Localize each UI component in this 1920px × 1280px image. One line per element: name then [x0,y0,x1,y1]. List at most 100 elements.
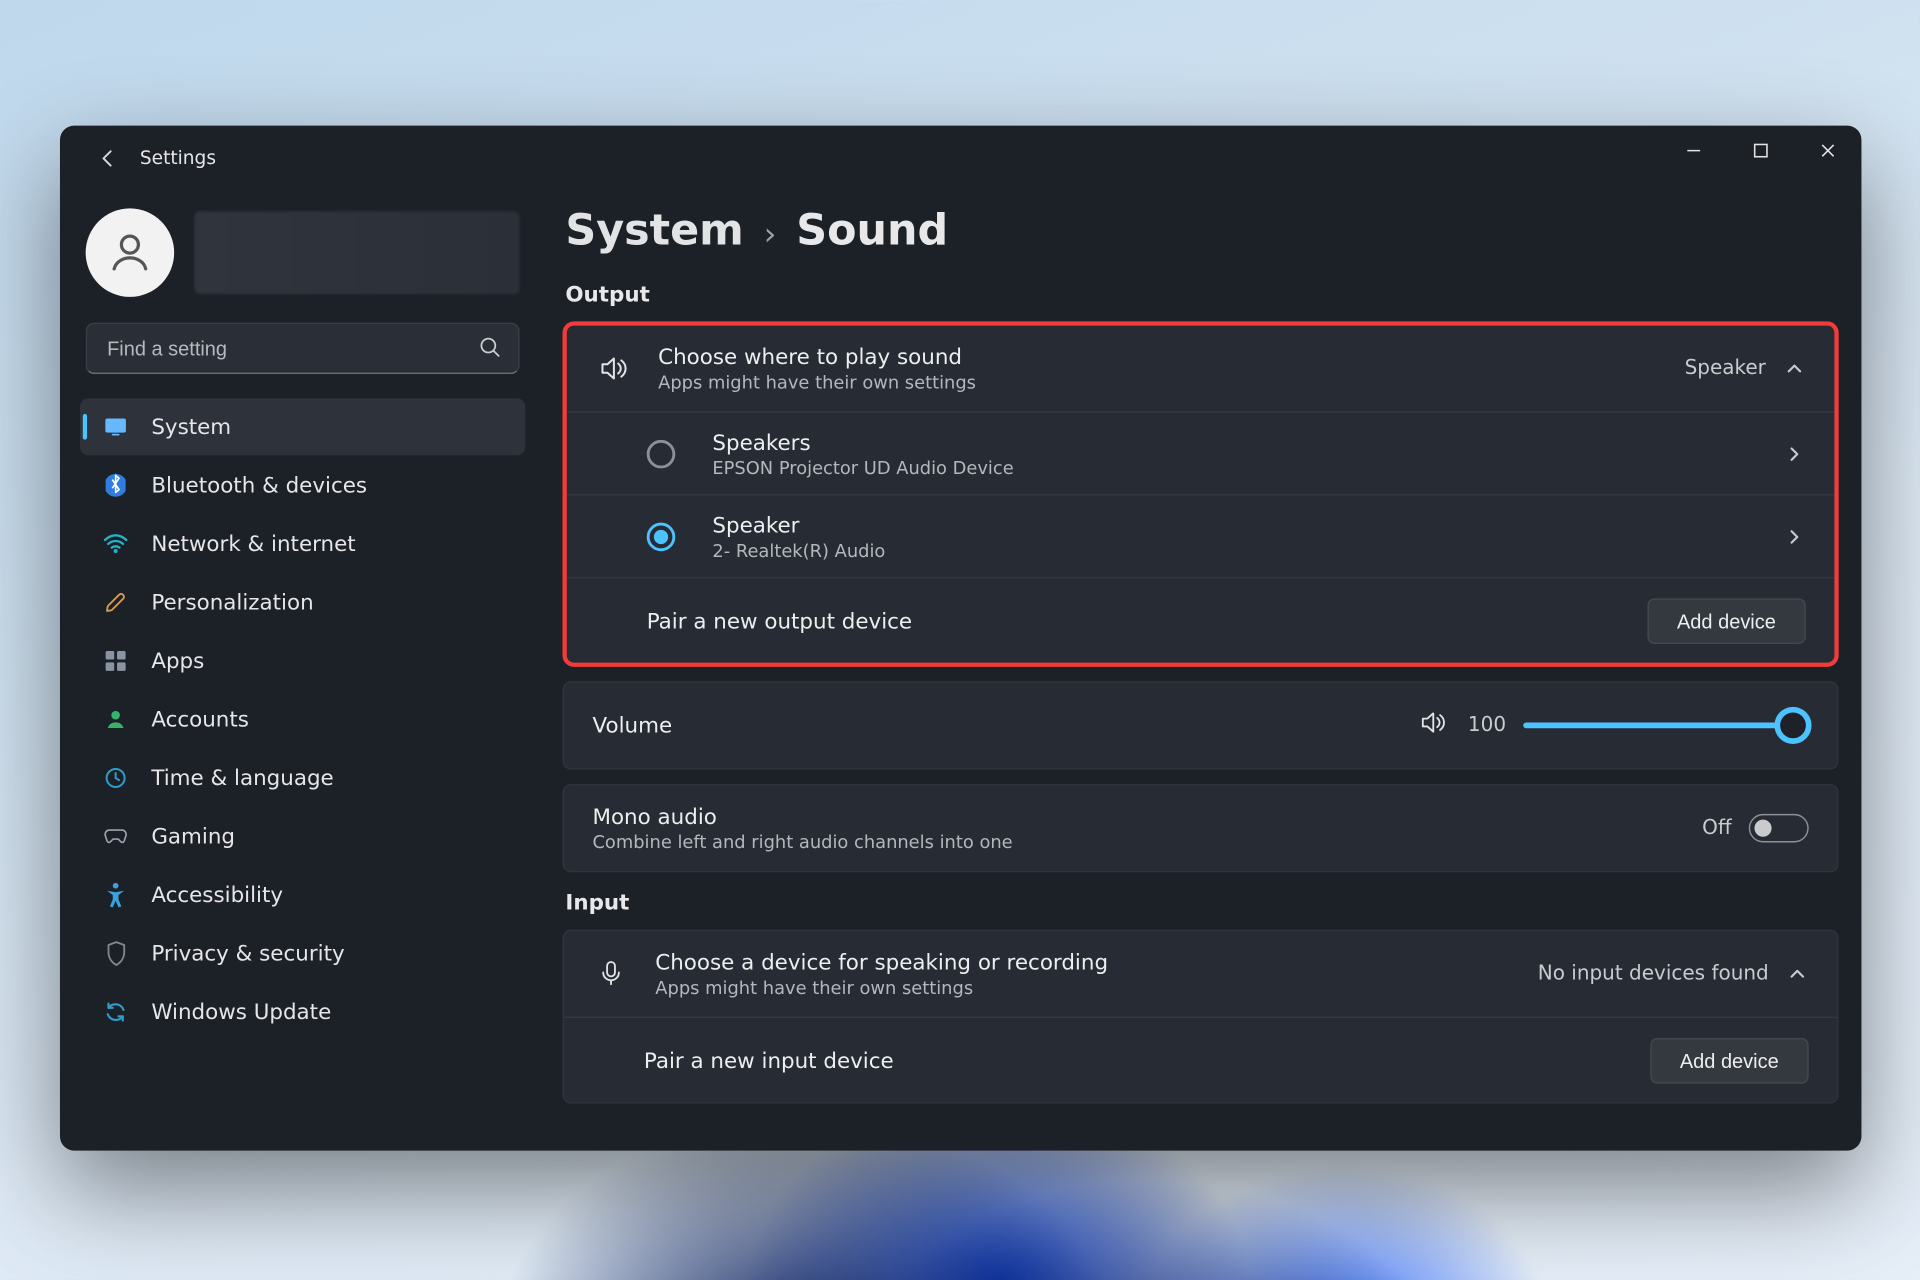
wifi-icon [103,534,129,554]
sync-icon [103,1001,129,1024]
radio-unselected[interactable] [647,439,676,468]
mono-audio-card: Mono audio Combine left and right audio … [562,784,1838,873]
minimize-icon [1686,142,1702,158]
nav-label: System [151,414,231,440]
output-header-subtitle: Apps might have their own settings [658,371,1659,392]
person-icon [106,228,155,277]
gamepad-icon [103,827,129,847]
output-device-option[interactable]: Speaker 2- Realtek(R) Audio [567,494,1835,577]
accessibility-icon [103,882,129,908]
device-name: Speakers [712,429,1757,455]
nav-time-language[interactable]: Time & language [80,749,525,806]
shield-icon [103,941,129,967]
settings-window: Settings [60,126,1862,1151]
nav-label: Accounts [151,707,249,733]
input-header-subtitle: Apps might have their own settings [655,976,1512,997]
sidebar: System Bluetooth & devices Network & int… [60,191,545,1150]
apps-icon [103,650,129,673]
output-device-option[interactable]: Speakers EPSON Projector UD Audio Device [567,411,1835,494]
chevron-right-icon [1783,442,1806,465]
monitor-icon [103,414,129,440]
mono-title: Mono audio [592,804,1676,830]
output-card: Choose where to play sound Apps might ha… [562,321,1838,666]
mono-state: Off [1702,817,1732,840]
search-input[interactable] [86,323,520,374]
nav-bluetooth-devices[interactable]: Bluetooth & devices [80,457,525,514]
output-header-title: Choose where to play sound [658,344,1659,370]
nav-label: Apps [151,648,204,674]
nav-label: Gaming [151,824,235,850]
mono-toggle[interactable] [1749,814,1809,843]
chevron-right-icon [1783,525,1806,548]
maximize-button[interactable] [1727,126,1794,175]
nav-windows-update[interactable]: Windows Update [80,984,525,1041]
device-desc: EPSON Projector UD Audio Device [712,456,1757,477]
breadcrumb: System › Sound [562,191,1838,264]
nav-label: Accessibility [151,882,283,908]
search-icon [477,334,503,365]
device-name: Speaker [712,512,1757,538]
device-desc: 2- Realtek(R) Audio [712,539,1757,560]
clock-icon [103,767,129,790]
speaker-loud-icon [1418,707,1449,744]
profile-area[interactable] [60,208,545,322]
nav-label: Windows Update [151,999,331,1025]
input-header-title: Choose a device for speaking or recordin… [655,949,1512,975]
close-button[interactable] [1794,126,1861,175]
pair-output-row: Pair a new output device Add device [567,577,1835,663]
nav-privacy-security[interactable]: Privacy & security [80,925,525,982]
close-icon [1820,142,1836,158]
add-input-device-button[interactable]: Add device [1650,1037,1809,1083]
microphone-icon [592,958,629,989]
output-current-device: Speaker [1685,357,1766,380]
volume-card: Volume 100 [562,681,1838,770]
section-label-output: Output [565,281,1835,307]
nav-gaming[interactable]: Gaming [80,808,525,865]
nav-personalization[interactable]: Personalization [80,574,525,631]
nav-apps[interactable]: Apps [80,632,525,689]
pair-input-label: Pair a new input device [644,1047,1624,1073]
pair-input-row: Pair a new input device Add device [564,1016,1837,1102]
input-card: Choose a device for speaking or recordin… [562,929,1838,1103]
nav-label: Network & internet [151,531,355,557]
speaker-icon [595,351,632,385]
input-header-row[interactable]: Choose a device for speaking or recordin… [564,931,1837,1017]
pair-output-label: Pair a new output device [647,607,1622,633]
radio-selected[interactable] [647,522,676,551]
profile-name-area [194,211,519,294]
content-scroll[interactable]: System › Sound Output Choose where to pl [562,191,1852,1150]
minimize-button[interactable] [1660,126,1727,175]
chevron-up-icon [1786,962,1809,985]
chevron-up-icon [1783,357,1806,380]
back-button[interactable] [83,133,134,184]
app-title: Settings [140,148,216,169]
volume-slider[interactable] [1523,722,1809,728]
nav-system[interactable]: System [80,398,525,455]
person-icon [103,708,129,731]
titlebar: Settings [60,126,1862,192]
nav-network-internet[interactable]: Network & internet [80,515,525,572]
content-pane: System › Sound Output Choose where to pl [545,191,1861,1150]
breadcrumb-prev[interactable]: System [565,206,743,256]
nav-label: Privacy & security [151,941,344,967]
maximize-icon [1753,142,1769,158]
volume-value: 100 [1466,714,1506,737]
nav-label: Personalization [151,590,313,616]
output-header-row[interactable]: Choose where to play sound Apps might ha… [567,325,1835,411]
paintbrush-icon [103,590,129,616]
section-label-input: Input [565,889,1835,915]
input-status: No input devices found [1538,962,1769,985]
add-output-device-button[interactable]: Add device [1647,597,1806,643]
volume-row[interactable]: Volume 100 [564,682,1837,768]
search-field[interactable] [86,323,520,374]
mono-audio-row[interactable]: Mono audio Combine left and right audio … [564,785,1837,871]
nav-accessibility[interactable]: Accessibility [80,866,525,923]
window-controls [1660,126,1861,175]
arrow-left-icon [97,147,120,170]
nav-accounts[interactable]: Accounts [80,691,525,748]
page-title: Sound [796,206,948,256]
nav-list: System Bluetooth & devices Network & int… [60,394,545,1041]
breadcrumb-separator: › [764,217,777,253]
nav-label: Time & language [151,765,333,791]
mono-subtitle: Combine left and right audio channels in… [592,831,1676,852]
